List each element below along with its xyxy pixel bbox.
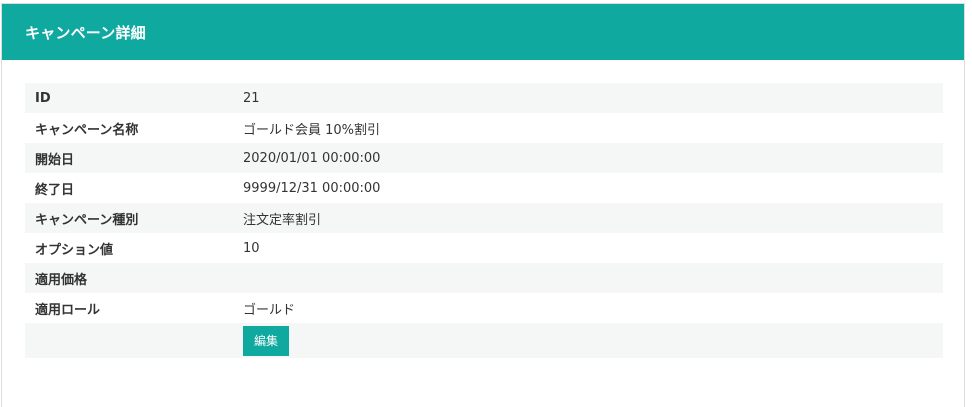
detail-row-campaign-name: キャンペーン名称 ゴールド会員 10%割引 bbox=[25, 113, 943, 143]
detail-value-option-value: 10 bbox=[243, 240, 260, 256]
detail-row-campaign-type: キャンペーン種別 注文定率割引 bbox=[25, 203, 943, 233]
page-title: キャンペーン詳細 bbox=[25, 23, 146, 42]
detail-label-option-value: オプション値 bbox=[35, 242, 114, 258]
edit-button[interactable]: 編集 bbox=[243, 325, 289, 356]
campaign-detail-panel: キャンペーン詳細 ID 21 キャンペーン名称 ゴールド会員 10%割引 開始日… bbox=[1, 3, 965, 407]
detail-value-applied-role: ゴールド bbox=[243, 302, 296, 318]
detail-value-campaign-type: 注文定率割引 bbox=[243, 203, 943, 233]
detail-value-end-date: 9999/12/31 00:00:00 bbox=[243, 180, 381, 196]
action-row-cell: 編集 bbox=[243, 323, 943, 358]
detail-label-campaign-name: キャンペーン名称 bbox=[35, 122, 139, 138]
detail-row-applied-role: 適用ロール ゴールド bbox=[25, 293, 943, 323]
panel-body: ID 21 キャンペーン名称 ゴールド会員 10%割引 開始日 2020/01/… bbox=[25, 83, 943, 358]
detail-label-end-date: 終了日 bbox=[35, 182, 75, 198]
detail-label-start-date: 開始日 bbox=[25, 143, 243, 173]
detail-row-id: ID 21 bbox=[25, 83, 943, 113]
detail-table: ID 21 キャンペーン名称 ゴールド会員 10%割引 開始日 2020/01/… bbox=[25, 83, 943, 358]
detail-label-applied-role: 適用ロール bbox=[35, 302, 101, 318]
action-row: 編集 bbox=[25, 323, 943, 358]
detail-value-applied-price bbox=[243, 263, 943, 293]
detail-value-start-date: 2020/01/01 00:00:00 bbox=[243, 143, 943, 173]
action-row-spacer bbox=[25, 323, 243, 358]
detail-label-id: ID bbox=[25, 83, 243, 113]
detail-row-option-value: オプション値 10 bbox=[25, 233, 943, 263]
detail-row-applied-price: 適用価格 bbox=[25, 263, 943, 293]
detail-row-start-date: 開始日 2020/01/01 00:00:00 bbox=[25, 143, 943, 173]
detail-label-applied-price: 適用価格 bbox=[25, 263, 243, 293]
detail-row-end-date: 終了日 9999/12/31 00:00:00 bbox=[25, 173, 943, 203]
detail-label-campaign-type: キャンペーン種別 bbox=[25, 203, 243, 233]
panel-header: キャンペーン詳細 bbox=[2, 4, 964, 60]
detail-value-campaign-name: ゴールド会員 10%割引 bbox=[243, 122, 381, 138]
detail-value-id: 21 bbox=[243, 83, 943, 113]
